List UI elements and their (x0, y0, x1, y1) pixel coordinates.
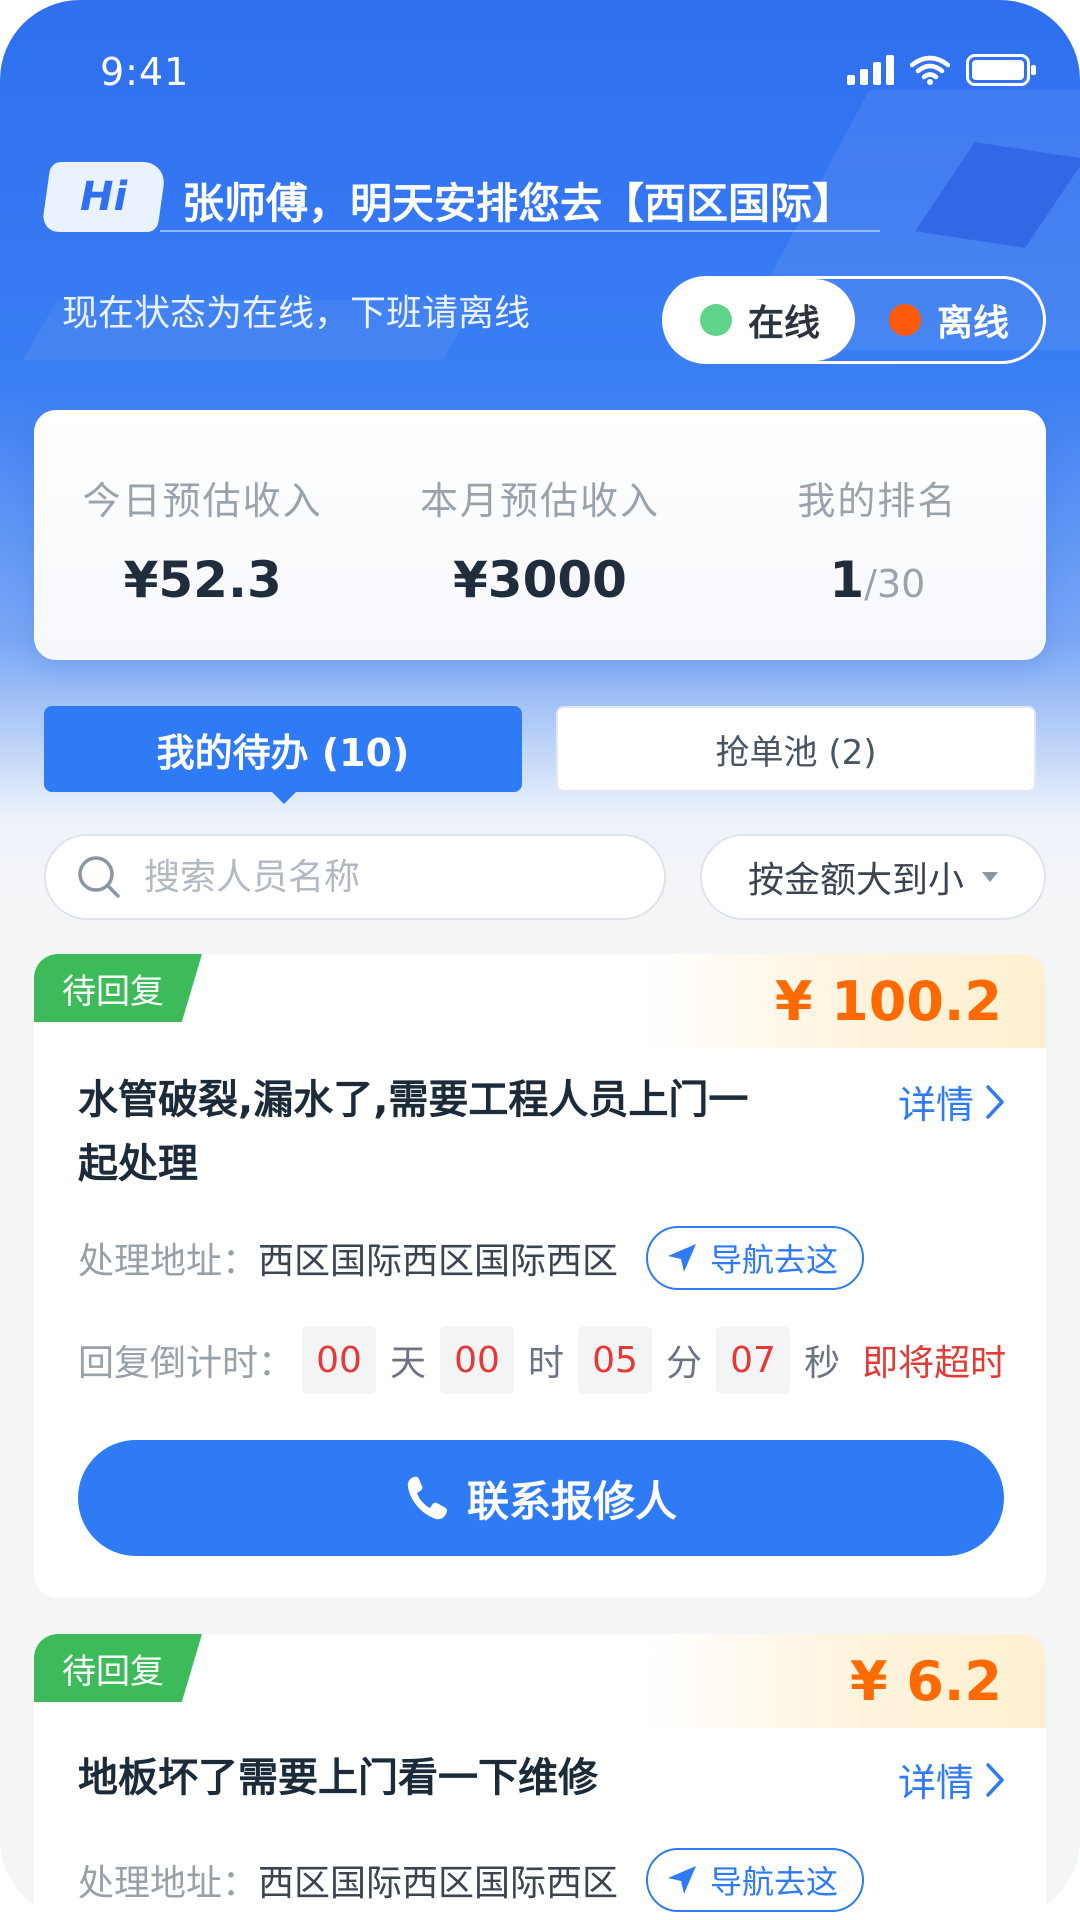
address-value: 西区国际西区国际西区 (258, 1241, 619, 1282)
order-title: 地板坏了需要上门看一下维修 (78, 1746, 878, 1810)
address-row: 处理地址： 西区国际西区国际西区 导航去这 (78, 1848, 865, 1912)
navigate-button[interactable]: 导航去这 (646, 1226, 865, 1290)
order-price: ¥ 100.2 (774, 970, 1002, 1033)
address-label: 处理地址： (78, 1241, 259, 1282)
navigation-arrow-icon (668, 1244, 697, 1272)
hi-badge: Hi (41, 162, 167, 232)
stat-label: 今日预估收入 (82, 479, 323, 523)
app-screen: 9:41 Hi 张师傅，明天安排您去【西区国际】 现在状态为在线，下班请离线 在… (0, 0, 1080, 1920)
greeting-underline (160, 230, 880, 232)
hi-badge-text: Hi (80, 174, 128, 220)
search-input[interactable] (144, 856, 624, 898)
rank-value: 1 (829, 551, 865, 609)
sort-dropdown[interactable]: 按金额大到小 (700, 834, 1046, 920)
navigation-arrow-icon (668, 1866, 697, 1894)
order-card: 待回复 ¥ 6.2 地板坏了需要上门看一下维修 详情 处理地址： 西区国际西区国… (34, 1634, 1046, 1920)
phone-icon (407, 1476, 447, 1520)
order-title: 水管破裂,漏水了,需要工程人员上门一 起处理 (78, 1068, 878, 1196)
toggle-online-label: 在线 (747, 303, 820, 344)
search-icon (78, 856, 120, 898)
order-title-line: 水管破裂,漏水了,需要工程人员上门一 (78, 1077, 749, 1123)
navigate-label: 导航去这 (710, 1241, 839, 1279)
status-hint: 现在状态为在线，下班请离线 (62, 293, 531, 334)
status-tag: 待回复 (34, 1634, 202, 1702)
countdown-unit: 分 (666, 1343, 703, 1384)
navigate-button[interactable]: 导航去这 (646, 1848, 865, 1912)
countdown-label: 回复倒计时： (78, 1343, 295, 1384)
countdown-unit: 秒 (804, 1343, 841, 1384)
chevron-right-icon (986, 1762, 1004, 1797)
toggle-offline[interactable]: 离线 (855, 294, 1043, 346)
order-card: 待回复 ¥ 100.2 水管破裂,漏水了,需要工程人员上门一 起处理 详情 处理… (34, 954, 1046, 1598)
battery-icon (966, 54, 1036, 86)
sort-label: 按金额大到小 (747, 860, 964, 901)
chevron-right-icon (986, 1084, 1004, 1119)
detail-link[interactable]: 详情 (898, 1752, 1006, 1807)
navigate-label: 导航去这 (710, 1863, 839, 1901)
status-time: 9:41 (100, 50, 190, 94)
search-box[interactable] (44, 834, 666, 920)
detail-label: 详情 (897, 1761, 974, 1805)
countdown-unit: 时 (528, 1343, 565, 1384)
countdown-row: 回复倒计时： 00 天 00 时 05 分 07 秒 即将超时 (78, 1326, 1006, 1394)
income-stats-card: 今日预估收入 ¥52.3 本月预估收入 ¥3000 我的排名 1/30 (34, 410, 1046, 660)
toggle-online[interactable]: 在线 (665, 279, 855, 361)
countdown-seconds: 07 (716, 1326, 791, 1394)
detail-link[interactable]: 详情 (898, 1074, 1006, 1129)
price-box: ¥ 6.2 (646, 1634, 1046, 1728)
stat-value: 1/30 (709, 551, 1046, 609)
price-box: ¥ 100.2 (646, 954, 1046, 1048)
status-icons (847, 54, 1036, 86)
order-title-line: 地板坏了需要上门看一下维修 (78, 1755, 598, 1801)
order-price: ¥ 6.2 (849, 1650, 1002, 1713)
stat-my-rank: 我的排名 1/30 (709, 410, 1046, 660)
address-label: 处理地址： (78, 1863, 259, 1904)
status-bar: 9:41 (0, 44, 1080, 104)
order-title-line: 起处理 (78, 1141, 198, 1187)
status-tag: 待回复 (34, 954, 202, 1022)
tab-my-todo[interactable]: 我的待办 (10) (44, 706, 522, 804)
timeout-warning: 即将超时 (862, 1343, 1007, 1384)
offline-dot-icon (888, 304, 921, 336)
signal-icon (847, 55, 894, 85)
stat-label: 本月预估收入 (419, 479, 660, 523)
detail-label: 详情 (897, 1083, 974, 1127)
rank-total: /30 (864, 562, 926, 606)
stat-value: ¥3000 (453, 551, 627, 609)
dropdown-caret-icon (982, 872, 998, 882)
address-row: 处理地址： 西区国际西区国际西区 导航去这 (78, 1226, 865, 1290)
contact-label: 联系报修人 (466, 1476, 677, 1526)
online-dot-icon (699, 304, 732, 336)
greeting-text: 张师傅，明天安排您去【西区国际】 (182, 179, 855, 228)
stat-today-income: 今日预估收入 ¥52.3 (34, 410, 371, 660)
contact-reporter-button[interactable]: 联系报修人 (78, 1440, 1004, 1556)
tab-grab-pool[interactable]: 抢单池 (2) (556, 706, 1036, 792)
online-offline-toggle[interactable]: 在线 离线 (662, 276, 1046, 364)
countdown-unit: 天 (390, 1343, 427, 1384)
address-value: 西区国际西区国际西区 (258, 1863, 619, 1904)
countdown-minutes: 05 (578, 1326, 653, 1394)
stat-value: ¥52.3 (123, 551, 282, 609)
countdown-hours: 00 (440, 1326, 515, 1394)
stat-month-income: 本月预估收入 ¥3000 (371, 410, 708, 660)
wifi-icon (910, 55, 950, 85)
countdown-days: 00 (302, 1326, 377, 1394)
stat-label: 我的排名 (797, 479, 958, 523)
toggle-offline-label: 离线 (936, 303, 1009, 344)
